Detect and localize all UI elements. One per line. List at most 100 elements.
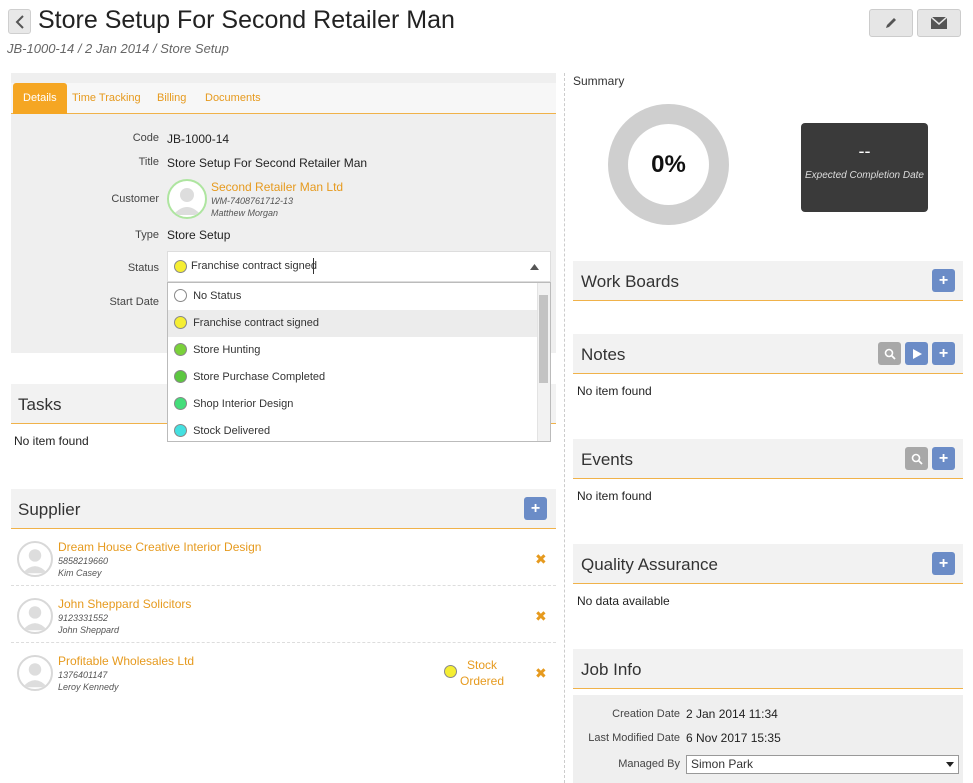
scrollbar-thumb[interactable]: [539, 295, 548, 383]
events-title: Events: [581, 450, 633, 469]
status-option-no-status[interactable]: No Status: [168, 283, 538, 310]
caret-up-icon: [530, 264, 539, 270]
person-icon: [22, 606, 48, 631]
back-button[interactable]: [8, 9, 31, 34]
status-option-interior[interactable]: Shop Interior Design: [168, 391, 538, 418]
last-modified-label: Last Modified Date: [588, 732, 680, 744]
notes-title: Notes: [581, 345, 626, 364]
managed-by-select[interactable]: Simon Park: [686, 755, 959, 774]
status-option-stock-delivered[interactable]: Stock Delivered: [168, 418, 538, 441]
job-info-header: Job Info: [573, 649, 963, 689]
envelope-icon: [931, 17, 947, 29]
supplier-phone: 5858219660: [58, 556, 109, 566]
person-icon: [173, 188, 201, 215]
customer-ref: WM-7408761712-13: [211, 196, 294, 206]
add-note-button[interactable]: +: [932, 342, 955, 365]
column-divider: [564, 73, 565, 783]
dropdown-scrollbar[interactable]: [537, 283, 550, 441]
option-dot: [174, 288, 187, 302]
customer-avatar: [167, 179, 207, 219]
supplier-avatar: [17, 541, 53, 577]
tasks-title: Tasks: [18, 395, 62, 414]
notes-empty: No item found: [577, 384, 652, 398]
supplier-avatar: [17, 655, 53, 691]
person-icon: [22, 663, 48, 688]
notes-header: Notes +: [573, 334, 963, 374]
status-select[interactable]: Franchise contract signed: [167, 251, 551, 282]
play-notes-button[interactable]: [905, 342, 928, 365]
status-label: Status: [127, 262, 159, 274]
last-modified-value: 6 Nov 2017 15:35: [686, 731, 781, 745]
supplier-name-link[interactable]: John Sheppard Solicitors: [58, 597, 191, 611]
search-notes-button[interactable]: [878, 342, 901, 365]
add-supplier-button[interactable]: +: [524, 497, 547, 520]
option-label: Store Purchase Completed: [193, 371, 326, 383]
option-label: Store Hunting: [193, 344, 261, 356]
qa-empty: No data available: [577, 594, 670, 608]
ecd-label: Expected Completion Date: [805, 170, 924, 181]
status-dropdown: No Status Franchise contract signed Stor…: [167, 282, 551, 442]
events-empty: No item found: [577, 489, 652, 503]
managed-by-label: Managed By: [618, 758, 680, 770]
option-dot: [174, 369, 187, 383]
pencil-icon: [886, 18, 896, 28]
expected-completion-box: -- Expected Completion Date: [801, 123, 928, 212]
customer-name-link[interactable]: Second Retailer Man Ltd: [211, 180, 343, 194]
supplier-title: Supplier: [18, 500, 81, 519]
add-work-board-button[interactable]: +: [932, 269, 955, 292]
creation-date-label: Creation Date: [612, 708, 680, 720]
email-button[interactable]: [917, 9, 961, 37]
managed-by-value: Simon Park: [691, 757, 754, 771]
job-info-title: Job Info: [581, 660, 642, 679]
edit-button[interactable]: [869, 9, 913, 37]
play-icon: [912, 348, 922, 359]
creation-date-value: 2 Jan 2014 11:34: [686, 707, 778, 721]
page-title: Store Setup For Second Retailer Man: [38, 6, 455, 34]
supplier-avatar: [17, 598, 53, 634]
tab-documents[interactable]: Documents: [195, 83, 271, 114]
breadcrumb: JB-1000-14 / 2 Jan 2014 / Store Setup: [7, 41, 229, 56]
tab-details[interactable]: Details: [13, 83, 67, 114]
option-label: Stock Delivered: [193, 425, 271, 437]
remove-supplier-icon[interactable]: ✖: [535, 608, 547, 625]
qa-title: Quality Assurance: [581, 555, 719, 574]
option-label: Shop Interior Design: [193, 398, 294, 410]
start-date-label: Start Date: [109, 296, 159, 308]
option-dot: [174, 396, 187, 410]
search-icon: [884, 348, 896, 360]
remove-supplier-icon[interactable]: ✖: [535, 551, 547, 568]
option-label: Franchise contract signed: [193, 317, 320, 329]
status-option-store-purchase[interactable]: Store Purchase Completed: [168, 364, 538, 391]
plus-icon: +: [938, 344, 949, 362]
customer-label: Customer: [111, 193, 159, 205]
plus-icon: +: [938, 449, 949, 467]
status-option-franchise[interactable]: Franchise contract signed: [168, 310, 538, 337]
supplier-name-link[interactable]: Profitable Wholesales Ltd: [58, 654, 194, 668]
text-cursor: [313, 258, 314, 274]
code-value: JB-1000-14: [167, 132, 230, 146]
supplier-status-dot: [444, 665, 457, 678]
search-events-button[interactable]: [905, 447, 928, 470]
title-label: Title: [138, 156, 159, 168]
remove-supplier-icon[interactable]: ✖: [535, 665, 547, 682]
supplier-status-line2: Ordered: [459, 674, 505, 688]
status-option-store-hunting[interactable]: Store Hunting: [168, 337, 538, 364]
supplier-contact: Kim Casey: [58, 568, 102, 578]
plus-icon: +: [530, 499, 541, 517]
status-selected-value: Franchise contract signed: [191, 260, 317, 272]
work-boards-title: Work Boards: [581, 272, 679, 291]
row-divider: [11, 585, 556, 586]
tasks-empty: No item found: [14, 434, 89, 448]
option-dot: [174, 342, 187, 356]
title-value: Store Setup For Second Retailer Man: [167, 156, 368, 170]
add-qa-button[interactable]: +: [932, 552, 955, 575]
tab-billing[interactable]: Billing: [147, 83, 196, 114]
option-dot: [174, 315, 187, 329]
tab-time-tracking[interactable]: Time Tracking: [62, 83, 151, 114]
qa-header: Quality Assurance +: [573, 544, 963, 584]
add-event-button[interactable]: +: [932, 447, 955, 470]
events-header: Events +: [573, 439, 963, 479]
type-label: Type: [135, 229, 159, 241]
supplier-name-link[interactable]: Dream House Creative Interior Design: [58, 540, 261, 554]
supplier-phone: 1376401147: [58, 670, 108, 680]
